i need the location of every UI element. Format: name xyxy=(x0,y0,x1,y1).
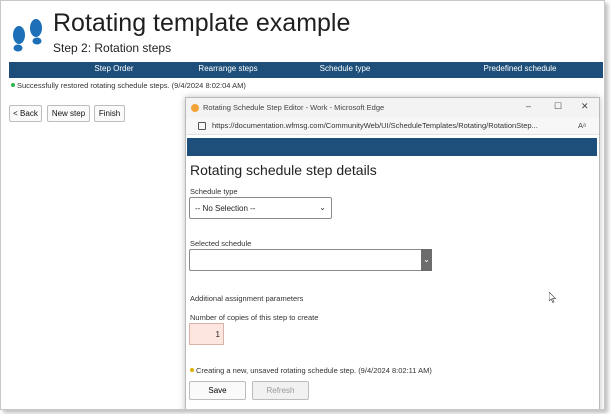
minimize-icon[interactable]: – xyxy=(526,101,531,111)
save-button[interactable]: Save xyxy=(189,381,246,400)
window-titlebar: Rotating Schedule Step Editor - Work - M… xyxy=(186,98,599,118)
wizard-steps-bar: Step Order Rearrange steps Schedule type… xyxy=(9,62,603,78)
schedule-type-select[interactable]: -- No Selection -- ⌄ xyxy=(189,197,332,219)
url-text[interactable]: https://documentation.wfmsg.com/Communit… xyxy=(212,121,538,130)
additional-params-label: Additional assignment parameters xyxy=(190,294,304,303)
status-message-text: Successfully restored rotating schedule … xyxy=(17,81,246,90)
address-bar[interactable]: https://documentation.wfmsg.com/Communit… xyxy=(186,118,599,135)
mouse-cursor-icon xyxy=(549,292,557,303)
window-title: Rotating Schedule Step Editor - Work - M… xyxy=(203,103,385,112)
app-frame: Rotating template example Step 2: Rotati… xyxy=(0,0,605,410)
refresh-button[interactable]: Refresh xyxy=(252,381,309,400)
copies-label: Number of copies of this step to create xyxy=(190,313,319,322)
header-band xyxy=(187,138,597,156)
new-step-button[interactable]: New step xyxy=(47,105,90,122)
warning-dot-icon xyxy=(190,368,194,372)
predefined-schedule-header: Predefined schedule xyxy=(483,64,557,73)
editor-status: Creating a new, unsaved rotating schedul… xyxy=(190,366,432,375)
back-button[interactable]: < Back xyxy=(9,105,42,122)
step-order-header: Step Order xyxy=(94,64,134,73)
close-icon[interactable]: ✕ xyxy=(581,101,589,112)
status-message: Successfully restored rotating schedule … xyxy=(11,81,246,90)
schedule-type-value: -- No Selection -- xyxy=(195,204,256,213)
copies-input[interactable]: 1 xyxy=(189,323,224,345)
editor-status-text: Creating a new, unsaved rotating schedul… xyxy=(196,366,432,375)
success-dot-icon xyxy=(11,83,15,87)
schedule-type-header: Schedule type xyxy=(319,64,371,73)
schedule-type-label: Schedule type xyxy=(190,187,238,196)
finish-button[interactable]: Finish xyxy=(94,105,125,122)
edge-icon xyxy=(191,104,199,112)
rearrange-steps-header: Rearrange steps xyxy=(198,64,258,73)
selected-schedule-select[interactable]: ⌄ xyxy=(189,249,432,271)
lock-icon xyxy=(198,122,206,130)
step-editor-window: Rotating Schedule Step Editor - Work - M… xyxy=(185,97,600,409)
footprints-logo-icon xyxy=(13,19,42,52)
selected-schedule-label: Selected schedule xyxy=(190,239,252,248)
chevron-down-icon: ⌄ xyxy=(319,203,326,212)
page-subtitle: Step 2: Rotation steps xyxy=(53,41,172,55)
dialog-heading: Rotating schedule step details xyxy=(190,162,377,178)
page-title: Rotating template example xyxy=(53,9,351,37)
maximize-icon[interactable]: ☐ xyxy=(554,101,562,112)
chevron-down-icon: ⌄ xyxy=(421,249,432,271)
reader-mode-icon[interactable]: Aᵃ xyxy=(578,121,586,130)
